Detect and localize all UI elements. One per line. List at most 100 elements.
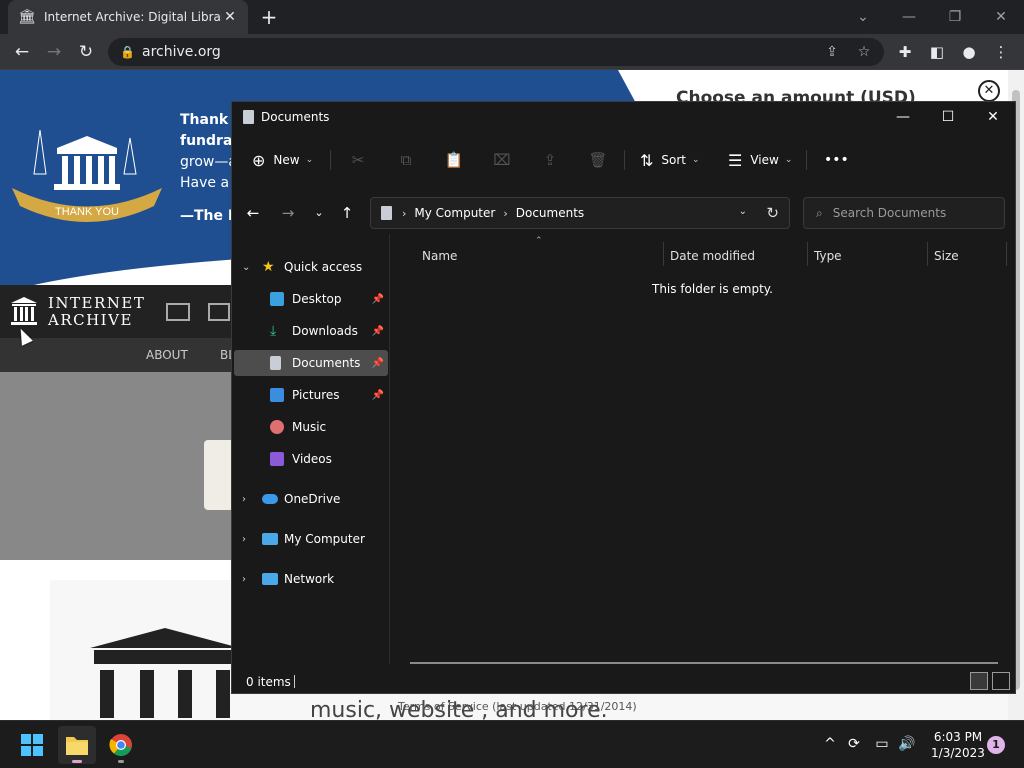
details-view-button[interactable]: [970, 672, 988, 690]
explorer-back-button[interactable]: ←: [242, 202, 264, 224]
more-options-button[interactable]: •••: [824, 142, 849, 178]
chrome-icon: [109, 734, 132, 756]
column-header-type[interactable]: Type: [814, 244, 842, 268]
paste-icon[interactable]: 📋: [444, 150, 464, 170]
bookmark-star-icon[interactable]: ☆: [854, 42, 874, 62]
cut-icon[interactable]: ✂: [348, 150, 368, 170]
menu-icon[interactable]: ⋮: [990, 42, 1012, 62]
column-separator[interactable]: [1006, 242, 1007, 266]
sync-icon[interactable]: ⟳: [845, 735, 863, 753]
chevron-down-icon[interactable]: ⌄: [242, 262, 250, 273]
copy-icon[interactable]: ⧉: [396, 150, 416, 170]
share-icon[interactable]: ⇪: [822, 42, 842, 62]
address-bar[interactable]: 🔒 archive.org ⇪ ☆: [108, 38, 884, 66]
explorer-titlebar[interactable]: Documents — ☐ ✕: [232, 102, 1015, 132]
volume-icon[interactable]: 🔊: [898, 735, 916, 753]
forward-button[interactable]: →: [42, 40, 66, 64]
search-placeholder: Search Documents: [832, 206, 947, 220]
nav-downloads[interactable]: ⤓ Downloads 📌: [234, 318, 388, 344]
pin-icon[interactable]: 📌: [372, 358, 384, 369]
clock[interactable]: 6:03 PM 1/3/2023: [920, 729, 996, 761]
up-button[interactable]: ↑: [336, 202, 358, 224]
delete-icon[interactable]: 🗑: [588, 150, 608, 170]
nav-pictures[interactable]: Pictures 📌: [234, 382, 388, 408]
horizontal-scrollbar[interactable]: [410, 662, 998, 664]
restore-button[interactable]: ❐: [940, 6, 970, 28]
profile-icon[interactable]: ●: [958, 42, 980, 62]
column-separator[interactable]: [927, 242, 928, 266]
sort-icon: ⇅: [640, 150, 654, 170]
taskbar-file-explorer[interactable]: [58, 726, 96, 764]
rename-icon[interactable]: ⌧: [492, 150, 512, 170]
nav-videos[interactable]: Videos: [234, 446, 388, 472]
search-input[interactable]: ⌕ Search Documents: [803, 197, 1005, 229]
column-header-name[interactable]: Name: [422, 244, 457, 268]
internet-archive-logo[interactable]: INTERNET ARCHIVE: [10, 295, 145, 329]
column-header-size[interactable]: Size: [934, 244, 959, 268]
windows-start-icon[interactable]: [21, 734, 43, 756]
tiles-view-button[interactable]: [992, 672, 1010, 690]
book-icon[interactable]: [208, 303, 230, 321]
chevron-right-icon[interactable]: ›: [242, 574, 246, 585]
browser-tab[interactable]: 🏛 Internet Archive: Digital Library of F…: [8, 0, 248, 34]
notification-badge[interactable]: 1: [987, 736, 1005, 754]
pin-icon[interactable]: 📌: [372, 390, 384, 401]
reload-button[interactable]: ↻: [74, 40, 98, 64]
close-window-button[interactable]: ✕: [986, 6, 1016, 28]
extensions-icon[interactable]: ✚: [894, 42, 916, 62]
explorer-address-bar[interactable]: › My Computer › Documents ⌄ ↻: [370, 197, 790, 229]
minimize-button[interactable]: —: [894, 6, 924, 28]
explorer-forward-button[interactable]: →: [277, 202, 299, 224]
nav-music[interactable]: Music: [234, 414, 388, 440]
archive-building-icon: [90, 628, 240, 718]
monitor-icon[interactable]: ▭: [873, 735, 891, 753]
banner-close-button[interactable]: ✕: [978, 80, 1000, 102]
side-panel-icon[interactable]: ◧: [926, 42, 948, 62]
archive-logo-icon: [11, 297, 37, 325]
nav-network[interactable]: › Network: [234, 566, 388, 592]
view-list-icon: ☰: [728, 150, 743, 170]
chevron-down-icon: ⌄: [692, 155, 700, 165]
close-tab-icon[interactable]: ✕: [222, 9, 238, 25]
pane-divider[interactable]: [389, 234, 390, 664]
lock-icon[interactable]: 🔒: [120, 38, 135, 66]
nav-about[interactable]: ABOUT: [146, 348, 188, 362]
pin-icon[interactable]: 📌: [372, 294, 384, 305]
new-button[interactable]: ⊕ New ⌄: [252, 142, 313, 178]
chevron-right-icon[interactable]: ›: [242, 534, 246, 545]
pin-icon[interactable]: 📌: [372, 326, 384, 337]
nav-documents[interactable]: Documents 📌: [234, 350, 388, 376]
new-label: New: [273, 153, 300, 167]
column-separator[interactable]: [807, 242, 808, 266]
breadcrumb-documents[interactable]: Documents: [516, 206, 584, 220]
nav-onedrive[interactable]: › OneDrive: [234, 486, 388, 512]
address-dropdown-icon[interactable]: ⌄: [739, 206, 747, 217]
video-icon[interactable]: [166, 303, 190, 321]
view-button[interactable]: ☰ View ⌄: [728, 142, 792, 178]
nav-desktop[interactable]: Desktop 📌: [234, 286, 388, 312]
empty-folder-message: This folder is empty.: [652, 282, 773, 296]
column-header-date-modified[interactable]: Date modified: [670, 244, 755, 268]
nav-onedrive-label: OneDrive: [284, 492, 341, 506]
recent-locations-button[interactable]: ⌄: [308, 202, 330, 224]
back-button[interactable]: ←: [10, 40, 34, 64]
tab-search-icon[interactable]: ⌄: [848, 6, 878, 28]
nav-quick-access[interactable]: ⌄ ★ Quick access: [234, 254, 388, 280]
nav-my-computer-label: My Computer: [284, 532, 365, 546]
explorer-close-button[interactable]: ✕: [978, 106, 1008, 128]
chevron-up-icon[interactable]: ^: [821, 735, 839, 753]
refresh-icon[interactable]: ↻: [766, 204, 779, 222]
nav-my-computer[interactable]: › My Computer: [234, 526, 388, 552]
share-icon[interactable]: ⇪: [540, 150, 560, 170]
thank-you-seal-icon: THANK YOU: [12, 130, 162, 222]
nav-desktop-label: Desktop: [292, 292, 342, 306]
chevron-right-icon[interactable]: ›: [242, 494, 246, 505]
terms-link[interactable]: Terms of Service (last updated 12/31/201…: [398, 700, 637, 713]
breadcrumb-my-computer[interactable]: My Computer: [414, 206, 495, 220]
taskbar-chrome[interactable]: [102, 726, 140, 764]
sort-button[interactable]: ⇅ Sort ⌄: [640, 142, 700, 178]
explorer-maximize-button[interactable]: ☐: [933, 106, 963, 128]
column-separator[interactable]: [663, 242, 664, 266]
explorer-minimize-button[interactable]: —: [888, 106, 918, 128]
new-tab-button[interactable]: +: [258, 6, 280, 28]
